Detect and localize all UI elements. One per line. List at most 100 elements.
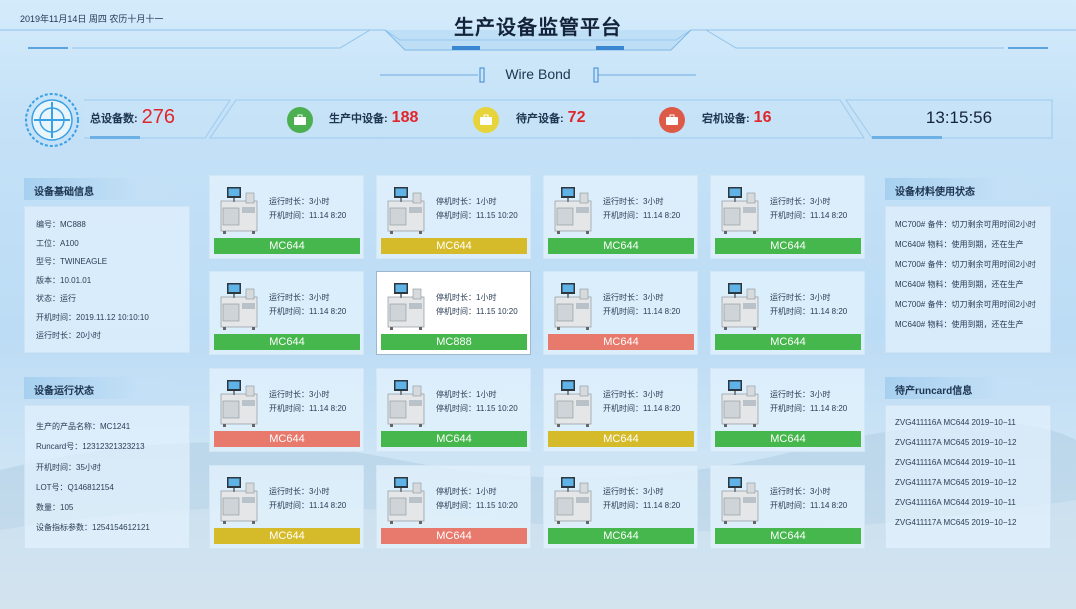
- machine-card[interactable]: 运行时长：3小时 开机时间：11.14 8:20 MC644: [710, 368, 865, 452]
- running-status-row: 数量：105: [36, 503, 74, 513]
- machine-card[interactable]: 停机时长：1小时 停机时间：11.15 10:20 MC644: [376, 175, 531, 259]
- machine-card[interactable]: 运行时长：3小时 开机时间：11.14 8:20 MC644: [543, 465, 698, 549]
- machine-card[interactable]: 运行时长：3小时开机时间：11.14 8:20 MC644: [543, 175, 698, 259]
- machine-time: 停机时间：11.15 10:20: [436, 501, 518, 510]
- machine-image: [552, 277, 598, 331]
- runcard-row: ZVG411116A MC644 2019−10−11: [895, 418, 1016, 427]
- machine-status-label: MC644: [214, 528, 360, 544]
- runcard-row: ZVG411116A MC644 2019−10−11: [895, 458, 1016, 467]
- machine-time: 开机时间：11.14 8:20: [770, 211, 848, 220]
- runcard-panel: ZVG411116A MC644 2019−10−11 ZVG411117A M…: [885, 405, 1051, 549]
- basic-info-row: 状态：运行: [36, 294, 76, 303]
- machine-time: 开机时间：11.14 8:20: [603, 501, 681, 510]
- basic-info-row: 工位：A100: [36, 238, 79, 248]
- machine-status-label: MC644: [548, 238, 694, 254]
- stat-producing-label: 生产中设备:: [329, 113, 388, 125]
- stat-waiting-label: 待产设备:: [516, 113, 564, 125]
- materials-title: 设备材料使用状态: [885, 178, 1051, 200]
- briefcase-icon-green: [287, 107, 313, 133]
- machine-status-label: MC644: [548, 334, 694, 350]
- page-title: 生产设备监管平台: [454, 17, 622, 39]
- materials-row: MC700# 备件：切刀剩余可用时间2小时: [895, 220, 1036, 229]
- materials-row: MC640# 物料：使用到期，还在生产: [895, 240, 1024, 249]
- machine-duration: 运行时长：3小时: [770, 487, 831, 496]
- machine-status-label: MC644: [381, 528, 527, 544]
- machine-card[interactable]: 运行时长：3小时 开机时间：11.14 8:20 MC644: [710, 465, 865, 549]
- machine-status-label: MC644: [715, 431, 861, 447]
- machine-card[interactable]: 运行时长：3小时 开机时间：11.14 8:20 MC644: [710, 271, 865, 355]
- machine-time: 停机时间：11.15 10:20: [436, 211, 518, 220]
- stat-down: 宕机设备: 16: [702, 109, 771, 127]
- machine-image: [552, 374, 598, 428]
- machine-duration: 运行时长：3小时: [269, 487, 330, 496]
- machine-card[interactable]: 运行时长：3小时开机时间：11.14 8:20 MC644: [543, 368, 698, 452]
- stat-producing: 生产中设备: 188: [329, 109, 418, 127]
- running-status-row: 设备指标参数：1254154612121: [36, 523, 150, 533]
- basic-info-panel: 编号：MC888 工位：A100 型号：TWINEAGLE 版本：10.01.0…: [24, 206, 190, 353]
- machine-status-label: MC644: [715, 238, 861, 254]
- running-status-row: LOT号：Q146812154: [36, 482, 114, 492]
- machine-time: 开机时间：11.14 8:20: [269, 307, 347, 316]
- stat-waiting: 待产设备: 72: [516, 109, 585, 127]
- machine-duration: 运行时长：3小时: [269, 197, 330, 206]
- basic-info-row: 版本：10.01.01: [36, 275, 92, 285]
- machine-status-label: MC644: [214, 334, 360, 350]
- runcard-row: ZVG411117A MC645 2019−10−12: [895, 438, 1017, 447]
- machine-image: [719, 181, 765, 235]
- clock: 13:15:56: [925, 108, 993, 127]
- machine-status-label: MC888: [381, 334, 527, 350]
- machine-image: [218, 374, 264, 428]
- page-subtitle: Wire Bond: [505, 66, 571, 82]
- stat-total: 总设备数: 276: [90, 106, 175, 129]
- stat-total-label: 总设备数:: [90, 112, 138, 125]
- machine-card[interactable]: 运行时长：3小时 开机时间：11.14 8:20 MC644: [543, 271, 698, 355]
- basic-info-row: 开机时间：2019.11.12 10:10:10: [36, 312, 149, 322]
- machine-duration: 运行时长：3小时: [603, 390, 664, 399]
- machine-time: 开机时间：11.14 8:20: [603, 404, 681, 413]
- machine-card[interactable]: 运行时长：3小时开机时间：11.14 8:20 MC644: [209, 271, 364, 355]
- machine-card[interactable]: 运行时长：3小时 开机时间：11.14 8:20 MC644: [209, 465, 364, 549]
- machine-time: 开机时间：11.14 8:20: [603, 211, 681, 220]
- target-emblem-icon: [25, 93, 79, 147]
- machine-time: 开机时间：11.14 8:20: [603, 307, 681, 316]
- runcard-row: ZVG411117A MC645 2019−10−12: [895, 518, 1017, 527]
- machine-status-label: MC644: [381, 431, 527, 447]
- basic-info-row: 编号：MC888: [36, 220, 86, 229]
- basic-info-row: 运行时长：20小时: [36, 331, 101, 340]
- machine-image: [552, 181, 598, 235]
- machine-card[interactable]: 运行时长：3小时 开机时间：11.14 8:20 MC644: [209, 175, 364, 259]
- machine-image: [719, 471, 765, 525]
- machine-card[interactable]: 停机时长：1小时停机时间：11.15 10:20 MC644: [376, 465, 531, 549]
- machine-image: [552, 471, 598, 525]
- briefcase-icon-yellow: [473, 107, 499, 133]
- machine-status-label: MC644: [548, 431, 694, 447]
- machine-duration: 停机时长：1小时: [436, 197, 497, 206]
- machine-duration: 运行时长：3小时: [269, 293, 330, 302]
- machine-image: [385, 277, 431, 331]
- machine-card[interactable]: 运行时长：3小时 开机时间：11.14 8:20 MC644: [209, 368, 364, 452]
- machine-duration: 运行时长：3小时: [603, 197, 664, 206]
- machine-image: [218, 471, 264, 525]
- machine-time: 开机时间：11.14 8:20: [770, 307, 848, 316]
- machine-duration: 停机时长：1小时: [436, 487, 497, 496]
- machine-time: 停机时间：11.15 10:20: [436, 404, 518, 413]
- materials-row: MC700# 备件：切刀剩余可用时间2小时: [895, 260, 1036, 269]
- machine-duration: 停机时长：1小时: [436, 390, 497, 399]
- materials-panel: MC700# 备件：切刀剩余可用时间2小时 MC640# 物料：使用到期，还在生…: [885, 206, 1051, 353]
- machine-card[interactable]: 停机时长：1小时停机时间：11.15 10:20 MC644: [376, 368, 531, 452]
- stat-down-value: 16: [753, 109, 772, 126]
- machine-card[interactable]: 停机时长：1小时 停机时间：11.15 10:20 MC888: [376, 271, 531, 355]
- machine-card[interactable]: 运行时长：3小时开机时间：11.14 8:20 MC644: [710, 175, 865, 259]
- stat-producing-value: 188: [391, 109, 419, 126]
- running-status-row: Runcard号：12312321323213: [36, 442, 145, 452]
- stat-total-value: 276: [141, 106, 176, 128]
- machine-duration: 运行时长：3小时: [770, 293, 831, 302]
- machine-duration: 运行时长：3小时: [770, 197, 831, 206]
- machine-image: [719, 374, 765, 428]
- machine-image: [385, 181, 431, 235]
- machine-duration: 停机时长：1小时: [436, 293, 497, 302]
- basic-info-title: 设备基础信息: [24, 178, 190, 200]
- materials-row: MC640# 物料：使用到期，还在生产: [895, 320, 1024, 329]
- machine-image: [719, 277, 765, 331]
- machine-status-label: MC644: [214, 238, 360, 254]
